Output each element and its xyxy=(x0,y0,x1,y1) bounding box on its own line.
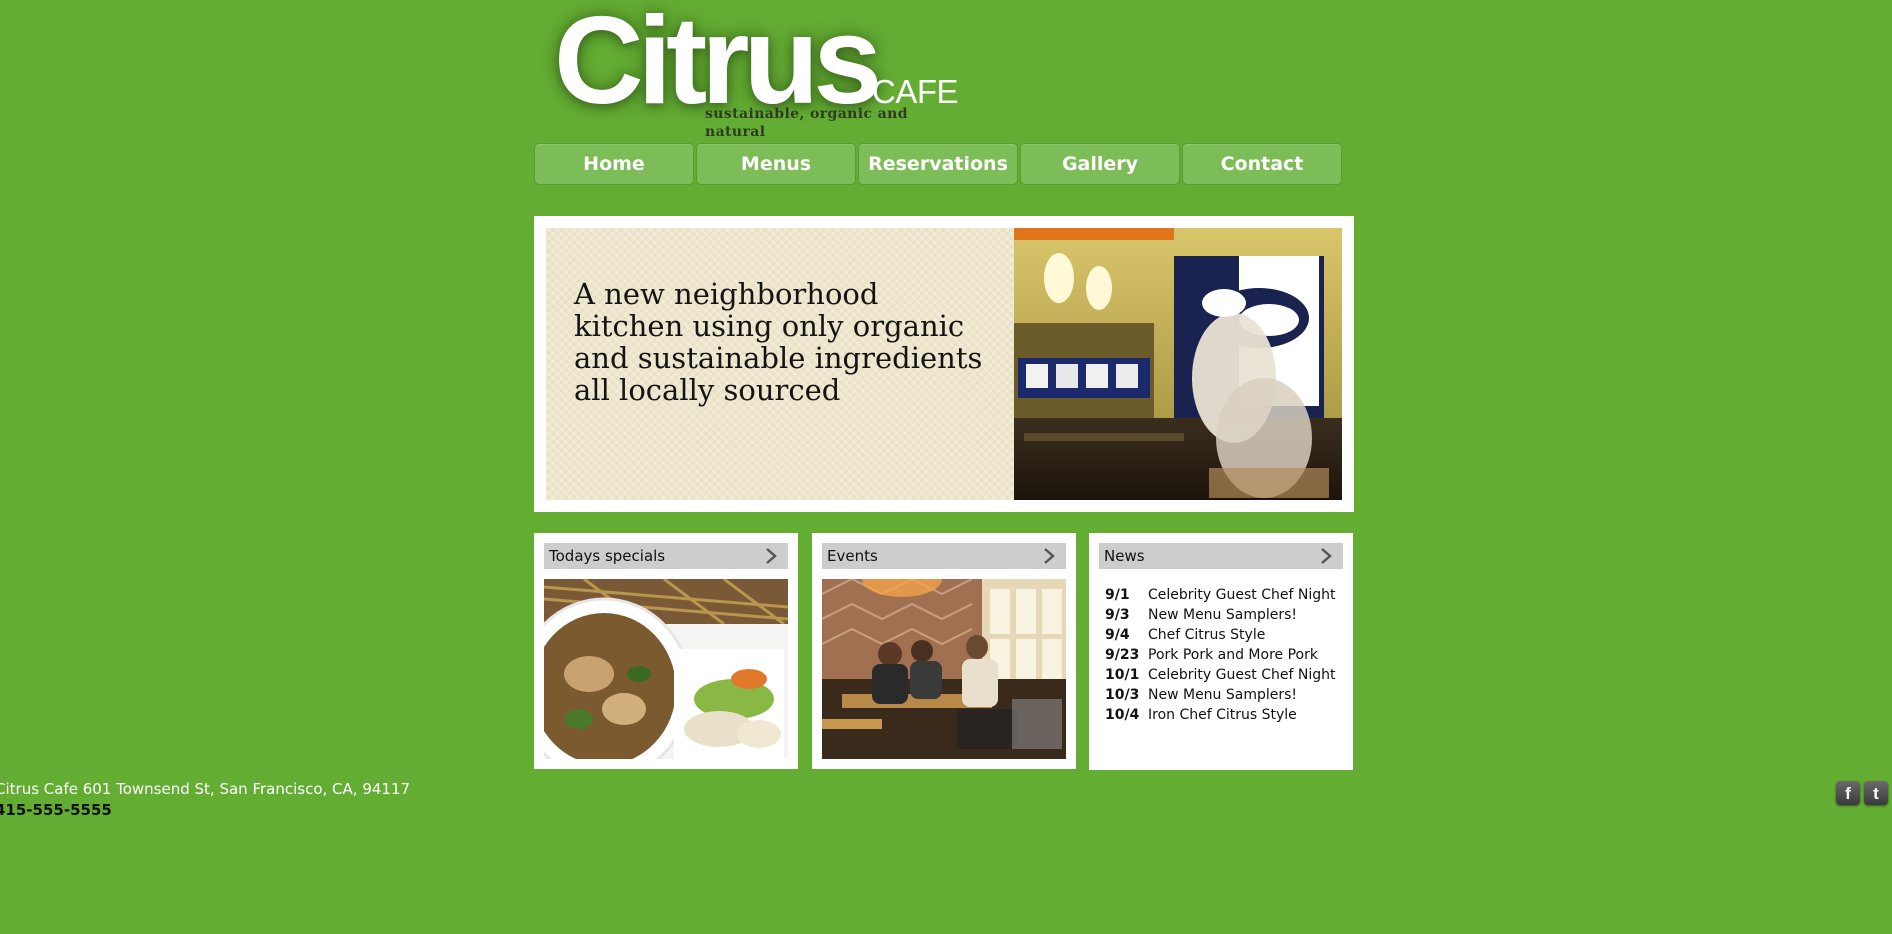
chevron-right-icon[interactable] xyxy=(764,543,778,569)
card-specials-title: Todays specials xyxy=(549,547,666,565)
news-item[interactable]: 10/3 New Menu Samplers! xyxy=(1105,685,1345,705)
hero-headline: A new neighborhood kitchen using only or… xyxy=(574,278,994,406)
nav-reservations-button[interactable]: Reservations xyxy=(858,143,1018,185)
chevron-right-icon[interactable] xyxy=(1319,543,1333,569)
logo-tagline: sustainable, organic and natural xyxy=(705,106,908,140)
news-title: Celebrity Guest Chef Night xyxy=(1148,667,1336,683)
nav-contact-button[interactable]: Contact xyxy=(1182,143,1342,185)
news-title: Pork Pork and More Pork xyxy=(1148,647,1318,663)
card-todays-specials: Todays specials xyxy=(534,533,798,769)
footer-phone[interactable]: 415-555-5555 xyxy=(0,800,112,821)
card-events-header[interactable]: Events xyxy=(822,543,1066,569)
nav-home-button[interactable]: Home xyxy=(534,143,694,185)
news-date: 9/4 xyxy=(1105,627,1130,643)
facebook-icon[interactable]: f xyxy=(1836,781,1860,805)
news-title: New Menu Samplers! xyxy=(1148,607,1298,623)
news-item[interactable]: 9/1 Celebrity Guest Chef Night xyxy=(1105,585,1345,605)
nav-gallery-button[interactable]: Gallery xyxy=(1020,143,1180,185)
news-item[interactable]: 9/4 Chef Citrus Style xyxy=(1105,625,1345,645)
news-item[interactable]: 10/4 Iron Chef Citrus Style xyxy=(1105,705,1345,725)
news-title: New Menu Samplers! xyxy=(1148,687,1298,703)
hero-banner: A new neighborhood kitchen using only or… xyxy=(534,216,1354,512)
card-events-title: Events xyxy=(827,547,878,565)
specials-food-photo[interactable] xyxy=(544,579,788,759)
chevron-right-icon[interactable] xyxy=(1042,543,1056,569)
news-date: 9/1 xyxy=(1105,587,1130,603)
hero-line: and sustainable ingredients xyxy=(574,341,983,375)
news-date: 10/4 xyxy=(1105,707,1140,723)
card-news-title: News xyxy=(1104,547,1145,565)
card-news-header[interactable]: News xyxy=(1099,543,1343,569)
footer-address: Citrus Cafe 601 Townsend St, San Francis… xyxy=(0,780,411,798)
news-date: 9/3 xyxy=(1105,607,1130,623)
news-item[interactable]: 10/1 Celebrity Guest Chef Night xyxy=(1105,665,1345,685)
news-list: 9/1 Celebrity Guest Chef Night 9/3 New Men… xyxy=(1105,585,1345,725)
events-diners-photo[interactable] xyxy=(822,579,1066,759)
news-date: 10/1 xyxy=(1105,667,1140,683)
hero-text-panel: A new neighborhood kitchen using only or… xyxy=(546,228,1014,500)
hero-line: A new neighborhood xyxy=(574,277,879,311)
news-date: 10/3 xyxy=(1105,687,1140,703)
logo-wordmark: Citrus xyxy=(554,0,882,130)
hero-line: kitchen using only organic xyxy=(574,309,965,343)
hero-restaurant-photo xyxy=(1014,228,1342,500)
hero-line: all locally sourced xyxy=(574,373,841,407)
news-title: Iron Chef Citrus Style xyxy=(1148,707,1297,723)
twitter-icon[interactable]: t xyxy=(1864,781,1888,805)
card-specials-header[interactable]: Todays specials xyxy=(544,543,788,569)
news-item[interactable]: 9/3 New Menu Samplers! xyxy=(1105,605,1345,625)
card-news: News 9/1 Celebrity Guest Chef Night 9/3 Ne… xyxy=(1089,533,1353,770)
news-title: Celebrity Guest Chef Night xyxy=(1148,587,1336,603)
news-date: 9/23 xyxy=(1105,647,1140,663)
card-events: Events xyxy=(812,533,1076,769)
news-item[interactable]: 9/23 Pork Pork and More Pork xyxy=(1105,645,1345,665)
news-title: Chef Citrus Style xyxy=(1148,627,1266,643)
site-logo[interactable]: Citrus CAFE sustainable, organic and nat… xyxy=(540,0,960,140)
nav-menus-button[interactable]: Menus xyxy=(696,143,856,185)
